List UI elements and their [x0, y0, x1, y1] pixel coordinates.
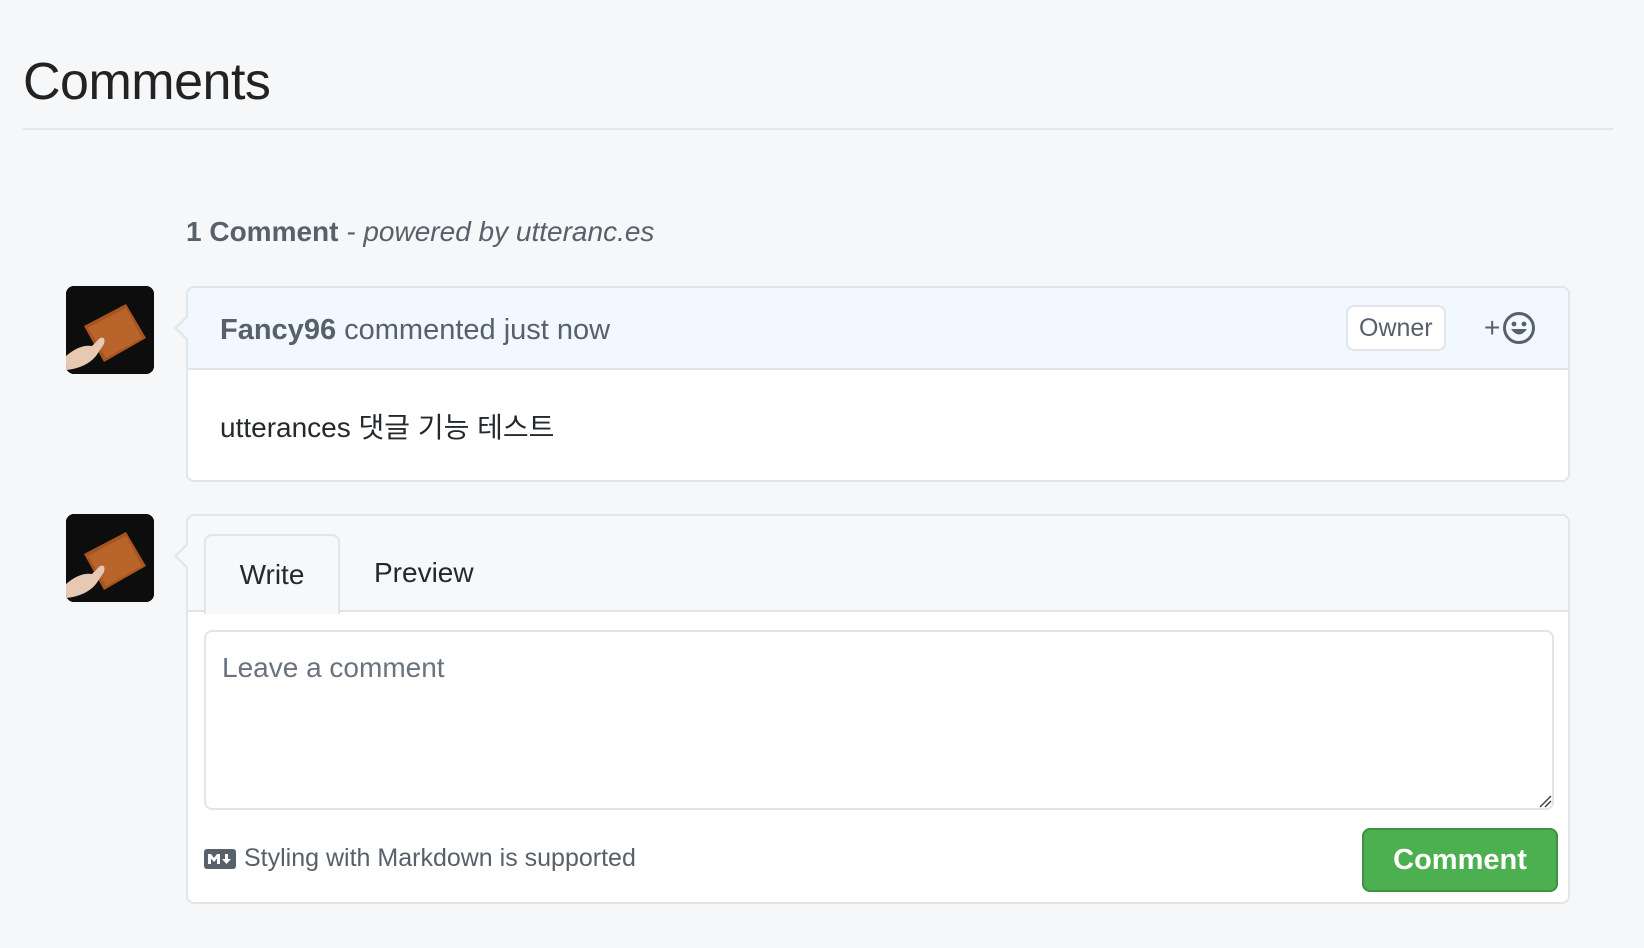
composer-tab-bar: Write Preview — [188, 516, 1568, 614]
smiley-icon — [1503, 312, 1536, 344]
title-divider — [23, 128, 1613, 130]
page-title: Comments — [23, 53, 271, 111]
markdown-note-text: Styling with Markdown is supported — [244, 844, 636, 872]
comment-header: Fancy96 commented just now Owner + — [188, 288, 1568, 370]
comment-author[interactable]: Fancy96 — [220, 314, 336, 346]
comment-timestamp: commented just now — [344, 314, 611, 346]
avatar-image — [66, 286, 154, 374]
plus-icon: + — [1484, 312, 1501, 343]
comment-card: Fancy96 commented just now Owner + utter… — [174, 286, 1570, 482]
owner-badge: Owner — [1346, 305, 1446, 351]
markdown-note[interactable]: Styling with Markdown is supported — [204, 844, 636, 873]
comment-body: utterances 댓글 기능 테스트 — [220, 412, 555, 443]
comment-count: 1 Comment — [186, 216, 339, 247]
tab-write[interactable]: Write — [204, 534, 340, 614]
powered-by-link[interactable]: - powered by utteranc.es — [346, 216, 654, 247]
tab-preview[interactable]: Preview — [374, 534, 498, 614]
comments-page: Comments 1 Comment - powered by utteranc… — [0, 0, 1644, 948]
avatar[interactable] — [66, 286, 154, 374]
new-comment-form: Write Preview Styling with Markdown is s… — [174, 514, 1570, 904]
avatar-image — [66, 514, 154, 602]
comment-meta: Fancy96 commented just now — [220, 314, 610, 347]
comment-textarea[interactable] — [204, 630, 1554, 810]
submit-comment-button[interactable]: Comment — [1362, 828, 1558, 892]
markdown-icon — [204, 848, 236, 869]
add-reaction-button[interactable]: + — [1484, 306, 1544, 350]
resize-handle-icon[interactable] — [1538, 794, 1552, 808]
comment-count-line: 1 Comment - powered by utteranc.es — [186, 216, 654, 248]
avatar[interactable] — [66, 514, 154, 602]
